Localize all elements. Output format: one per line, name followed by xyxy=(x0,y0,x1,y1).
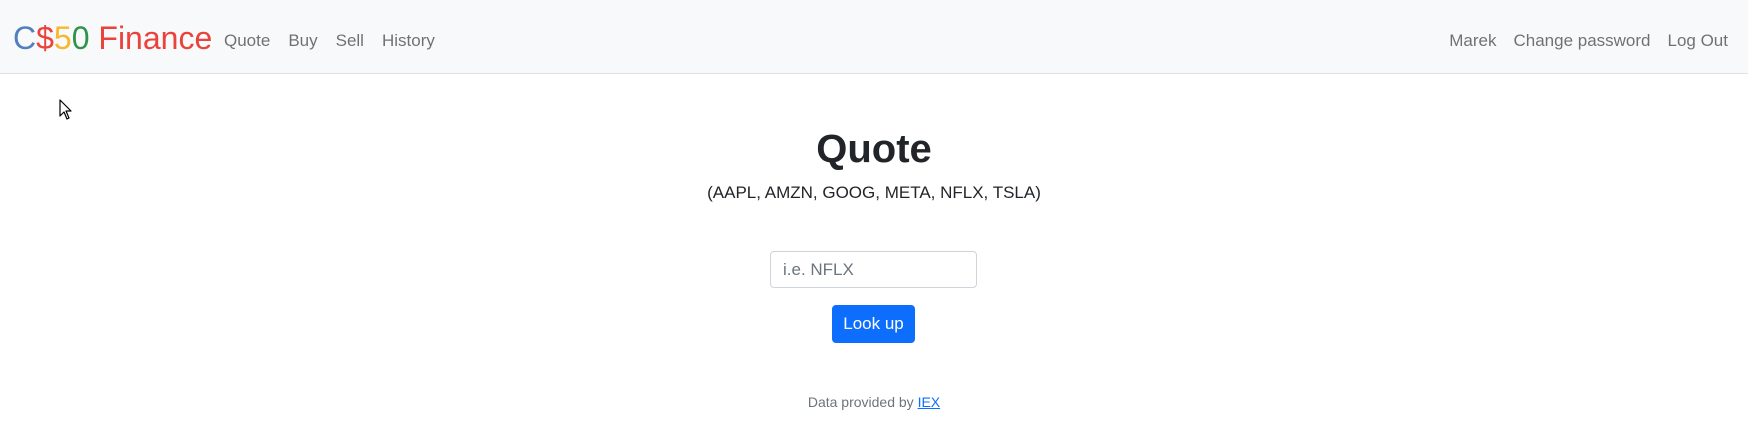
available-symbols-text: (AAPL, AMZN, GOOG, META, NFLX, TSLA) xyxy=(707,183,1041,202)
nav-link-sell[interactable]: Sell xyxy=(336,29,364,53)
nav-link-log-out[interactable]: Log Out xyxy=(1668,29,1729,53)
nav-link-buy[interactable]: Buy xyxy=(288,29,317,53)
brand-part-finance: Finance xyxy=(89,20,213,56)
brand-part-c: C xyxy=(13,20,37,56)
page-title: Quote xyxy=(816,127,932,171)
nav-right: Marek Change password Log Out xyxy=(1449,29,1728,53)
nav-link-username[interactable]: Marek xyxy=(1449,29,1496,53)
footer-text: Data provided by xyxy=(807,394,918,410)
footer-iex-link[interactable]: IEX xyxy=(918,394,941,410)
brand-logo[interactable]: C$50 Finance xyxy=(13,18,212,58)
nav-link-quote[interactable]: Quote xyxy=(224,29,270,53)
nav-link-change-password[interactable]: Change password xyxy=(1513,29,1650,53)
look-up-button[interactable]: Look up xyxy=(832,305,915,343)
footer: Data provided by IEX xyxy=(0,392,1748,412)
nav-left: Quote Buy Sell History xyxy=(224,29,435,53)
navbar: C$50 Finance Quote Buy Sell History Mare… xyxy=(0,0,1748,74)
mouse-cursor-icon xyxy=(59,99,72,120)
brand-part-dollar: $ xyxy=(36,20,54,56)
brand-part-5: 5 xyxy=(53,20,72,56)
symbol-input[interactable] xyxy=(770,251,977,288)
nav-link-history[interactable]: History xyxy=(382,29,435,53)
brand-part-0: 0 xyxy=(71,20,90,56)
